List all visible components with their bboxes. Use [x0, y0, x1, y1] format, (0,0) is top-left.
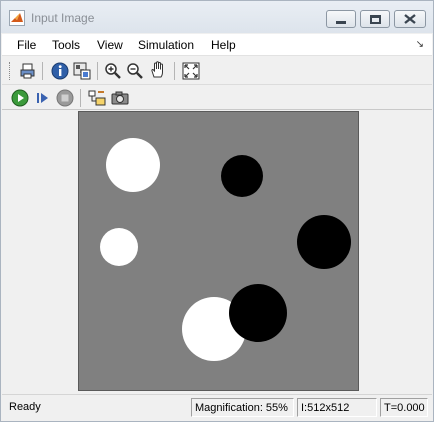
image-canvas — [100, 138, 351, 361]
time-readout: T=0.000 — [380, 398, 428, 417]
step-forward-icon[interactable] — [34, 89, 52, 107]
input-image[interactable] — [78, 111, 359, 391]
magnification-readout: Magnification: 55% — [191, 398, 294, 417]
toolbar-separator — [97, 62, 98, 80]
highlight-simulink-block-icon[interactable] — [88, 89, 106, 107]
white-circle-blob — [106, 138, 160, 192]
menu-view[interactable]: View — [97, 38, 123, 52]
black-circle-blob — [297, 215, 351, 269]
close-icon — [404, 14, 416, 24]
info-icon[interactable] — [51, 62, 69, 80]
fit-to-window-icon[interactable] — [182, 62, 200, 80]
zoom-in-icon[interactable] — [104, 62, 122, 80]
snapshot-camera-icon[interactable] — [111, 89, 129, 107]
toolbar-grip[interactable] — [9, 62, 12, 80]
minimize-icon — [336, 20, 346, 24]
toolbar-simulation — [2, 86, 432, 110]
toolbar-separator — [42, 62, 43, 80]
zoom-out-icon[interactable] — [126, 62, 144, 80]
white-circle-blob — [100, 228, 138, 266]
dock-arrow-icon[interactable]: ↘ — [416, 39, 424, 50]
maximize-icon — [369, 14, 381, 24]
menu-bar: File Tools View Simulation Help ↘ — [2, 34, 432, 56]
status-text: Ready — [9, 401, 41, 413]
matlab-logo-icon — [9, 10, 25, 26]
menu-tools[interactable]: Tools — [52, 38, 80, 52]
toolbar-main — [2, 57, 432, 85]
title-bar[interactable]: Input Image — [1, 1, 433, 33]
pixel-region-icon[interactable] — [73, 62, 91, 80]
minimize-button[interactable] — [326, 10, 356, 28]
menu-file[interactable]: File — [17, 38, 36, 52]
print-icon[interactable] — [19, 62, 37, 80]
viewer-window: Input Image File Tools View Simulation H… — [0, 0, 434, 422]
stop-icon[interactable] — [56, 89, 74, 107]
status-bar: Ready Magnification: 55% I:512x512 T=0.0… — [2, 394, 432, 420]
close-button[interactable] — [394, 10, 426, 28]
pan-hand-icon[interactable] — [149, 61, 167, 79]
window-title: Input Image — [31, 11, 95, 25]
start-simulation-icon[interactable] — [11, 89, 29, 107]
toolbar-separator — [174, 62, 175, 80]
maximize-button[interactable] — [360, 10, 390, 28]
image-display-area[interactable] — [2, 111, 432, 393]
menu-simulation[interactable]: Simulation — [138, 38, 194, 52]
image-size-readout: I:512x512 — [297, 398, 377, 417]
menu-help[interactable]: Help — [211, 38, 236, 52]
black-circle-blob — [229, 284, 287, 342]
black-circle-blob — [221, 155, 263, 197]
toolbar-separator — [80, 89, 81, 107]
